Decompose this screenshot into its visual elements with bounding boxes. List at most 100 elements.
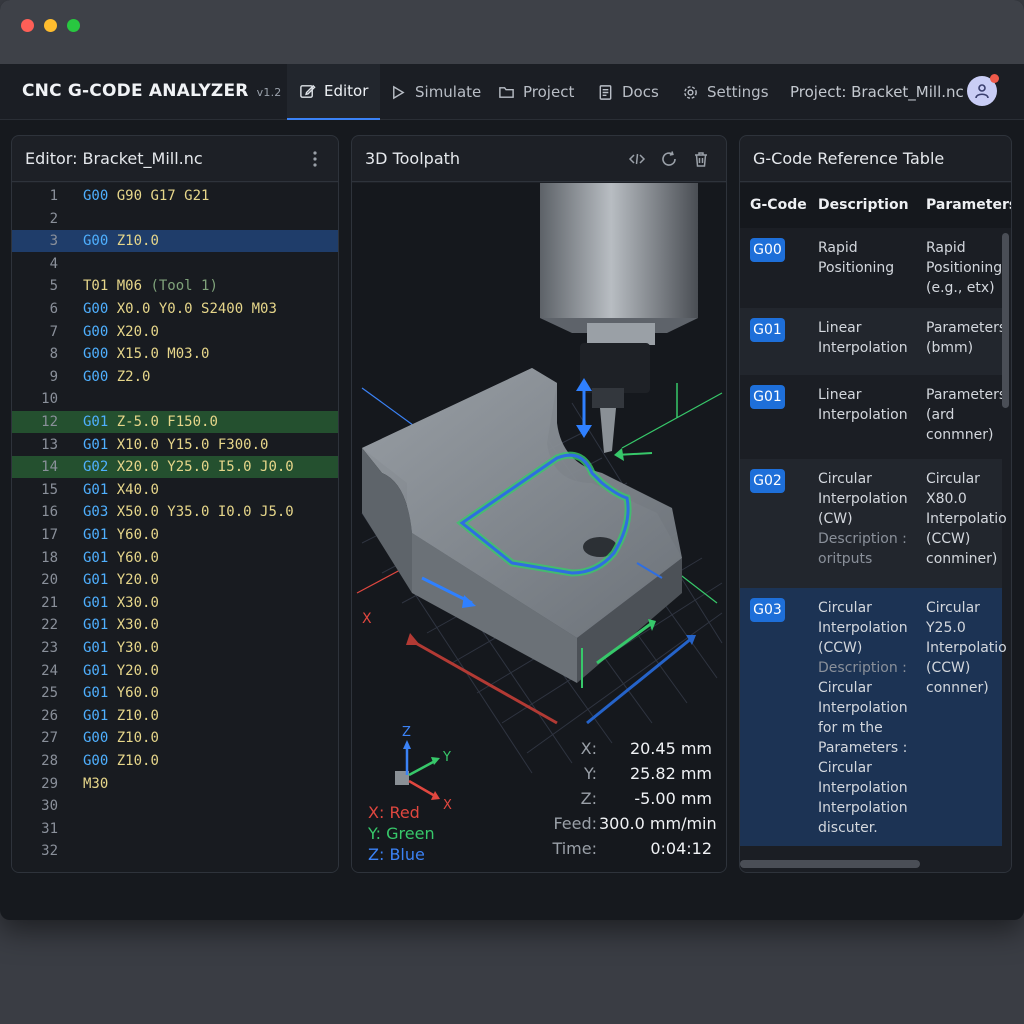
code-line[interactable]: 22 G01 X30.0	[12, 614, 338, 636]
code-line[interactable]: 30	[12, 795, 338, 817]
title-bar	[0, 0, 1024, 64]
line-number: 6	[49, 301, 58, 317]
maximize-window-button[interactable]	[67, 19, 80, 32]
code-line[interactable]: 15 G01 X40.0	[12, 479, 338, 501]
toolpath-3d-view[interactable]: X Z Y X X: Red Y: Green Z: Blue X: 20.45…	[352, 183, 726, 872]
more-options-icon[interactable]	[312, 151, 318, 167]
code-line[interactable]: 8 G00 X15.0 M03.0	[12, 343, 338, 365]
line-number: 18	[41, 549, 58, 566]
reference-panel: G-Code Reference Table G-Code Descriptio…	[739, 135, 1012, 873]
line-number: 5	[49, 278, 58, 295]
code-line[interactable]: 3 G00 Z10.0	[12, 230, 338, 253]
tab-project-label: Project	[523, 83, 575, 101]
line-code: M30	[83, 775, 109, 792]
y-axis-line	[621, 392, 723, 449]
line-code: G01 X30.0	[83, 617, 159, 634]
code-line[interactable]: 26 G01 Z10.0	[12, 705, 338, 727]
reference-vertical-scrollbar[interactable]	[1002, 233, 1009, 408]
code-line[interactable]: 14 G02 X20.0 Y25.0 I5.0 J0.0	[12, 456, 338, 479]
code-line[interactable]: 25 G01 Y60.0	[12, 682, 338, 704]
row-description: Linear Interpolation	[818, 387, 908, 423]
tab-docs[interactable]: Docs	[597, 64, 659, 120]
minimize-window-button[interactable]	[44, 19, 57, 32]
code-toggle-icon[interactable]	[628, 150, 646, 168]
gcode-badge: G03	[750, 598, 785, 622]
reference-horizontal-scrollbar[interactable]	[740, 860, 920, 868]
line-number: 30	[41, 798, 58, 815]
code-line[interactable]: 32	[12, 840, 338, 862]
code-line[interactable]: 5 T01 M06 (Tool 1)	[12, 275, 338, 297]
line-number: 13	[41, 436, 58, 453]
editor-scrollbar[interactable]	[338, 366, 339, 756]
code-line[interactable]: 18 G01 Y60.0	[12, 547, 338, 569]
reference-header: G-Code Reference Table	[740, 136, 1011, 182]
table-row[interactable]: G01 Linear Interpolation Parameters (ard conm…	[740, 375, 1006, 459]
toolpath-actions	[628, 150, 710, 168]
row-parameters: Rapid Positioning (e.g., etx)	[926, 240, 1003, 296]
code-line[interactable]: 17 G01 Y60.0	[12, 524, 338, 546]
reference-title: G-Code Reference Table	[753, 149, 945, 168]
toolpath-panel: 3D Toolpath X Z Y X X: Red Y: Green Z: B…	[351, 135, 727, 873]
line-number: 27	[41, 730, 58, 747]
code-line[interactable]: 7 G00 X20.0	[12, 321, 338, 343]
line-code: G01 Y20.0	[83, 572, 159, 589]
tab-project[interactable]: Project	[498, 64, 574, 120]
code-line[interactable]: 4	[12, 253, 338, 275]
code-line[interactable]: 31	[12, 818, 338, 840]
gcode-badge: G02	[750, 469, 785, 493]
table-row[interactable]: G01 Linear Interpolation Parameters (bmm)	[740, 308, 1006, 375]
document-icon	[599, 84, 612, 100]
svg-text:Z: Z	[402, 725, 411, 740]
line-code: G03 X50.0 Y35.0 I0.0 J5.0	[83, 504, 294, 521]
readout-x-label: X:	[580, 739, 597, 758]
tab-simulate[interactable]: Simulate	[390, 64, 481, 120]
svg-text:X: X	[443, 798, 452, 813]
code-line[interactable]: 24 G01 Y20.0	[12, 660, 338, 682]
line-code: G00 G90 G17 G21	[83, 188, 210, 204]
line-number: 23	[41, 640, 58, 656]
code-line[interactable]: 16 G03 X50.0 Y35.0 I0.0 J5.0	[12, 501, 338, 523]
code-line[interactable]: 9 G00 Z2.0	[12, 366, 338, 388]
line-code: G01 Y60.0	[83, 685, 159, 702]
code-line[interactable]: 2	[12, 208, 338, 230]
line-code: G01 Z-5.0 F150.0	[83, 414, 218, 430]
line-code: G02 X20.0 Y25.0 I5.0 J0.0	[83, 459, 294, 476]
code-line[interactable]: 6 G00 X0.0 Y0.0 S2400 M03	[12, 298, 338, 320]
code-line[interactable]: 27 G00 Z10.0	[12, 727, 338, 749]
code-line[interactable]: 21 G01 X30.0	[12, 592, 338, 614]
tab-settings[interactable]: Settings	[682, 64, 769, 120]
code-editor[interactable]: 1 G00 G90 G17 G21 2 3 G00 Z10.0 4 5 T01 M06 (To…	[12, 183, 338, 872]
table-row[interactable]: G00 Rapid Positioning Rapid Positioning (e.g.…	[740, 228, 1002, 308]
refresh-icon[interactable]	[660, 150, 678, 168]
close-window-button[interactable]	[21, 19, 34, 32]
line-number: 15	[41, 481, 58, 498]
app-window: CNC G-CODE ANALYZER v1.2 Editor Simulate…	[0, 0, 1024, 920]
line-number: 29	[41, 775, 58, 792]
row-parameters: Parameters (bmm)	[926, 320, 1006, 356]
code-line[interactable]: 20 G01 Y20.0	[12, 569, 338, 591]
table-row[interactable]: G02 Circular Interpolation (CW) Description …	[740, 459, 1006, 588]
reference-table[interactable]: G-Code Description Parameters G00 Rapid Po…	[740, 183, 1011, 872]
code-line[interactable]: 29 M30	[12, 773, 338, 795]
col-gcode: G-Code	[750, 197, 807, 213]
code-line[interactable]: 23 G01 Y30.0	[12, 637, 338, 659]
table-row[interactable]: G03 Circular Interpolation (CCW) Description…	[740, 588, 1006, 846]
code-line[interactable]: 13 G01 X10.0 Y15.0 F300.0	[12, 434, 338, 456]
line-number: 16	[41, 504, 58, 521]
col-description: Description	[818, 197, 909, 213]
trash-icon[interactable]	[692, 150, 710, 168]
code-line[interactable]: 10	[12, 388, 338, 410]
readout-z-label: Z:	[580, 789, 597, 808]
code-line[interactable]: 28 G00 Z10.0	[12, 750, 338, 772]
line-number: 24	[41, 662, 58, 679]
tab-editor[interactable]: Editor	[287, 64, 381, 120]
gcode-badge: G01	[750, 385, 785, 409]
code-line[interactable]: 1 G00 G90 G17 G21	[12, 185, 338, 207]
line-code: G00 X20.0	[83, 323, 159, 340]
line-number: 32	[41, 843, 58, 860]
code-line[interactable]: 12 G01 Z-5.0 F150.0	[12, 411, 338, 433]
line-number: 3	[49, 233, 58, 250]
readout-time-value: 0:04:12	[650, 839, 712, 858]
notification-dot	[990, 74, 999, 83]
line-code: G00 X0.0 Y0.0 S2400 M03	[83, 301, 277, 317]
